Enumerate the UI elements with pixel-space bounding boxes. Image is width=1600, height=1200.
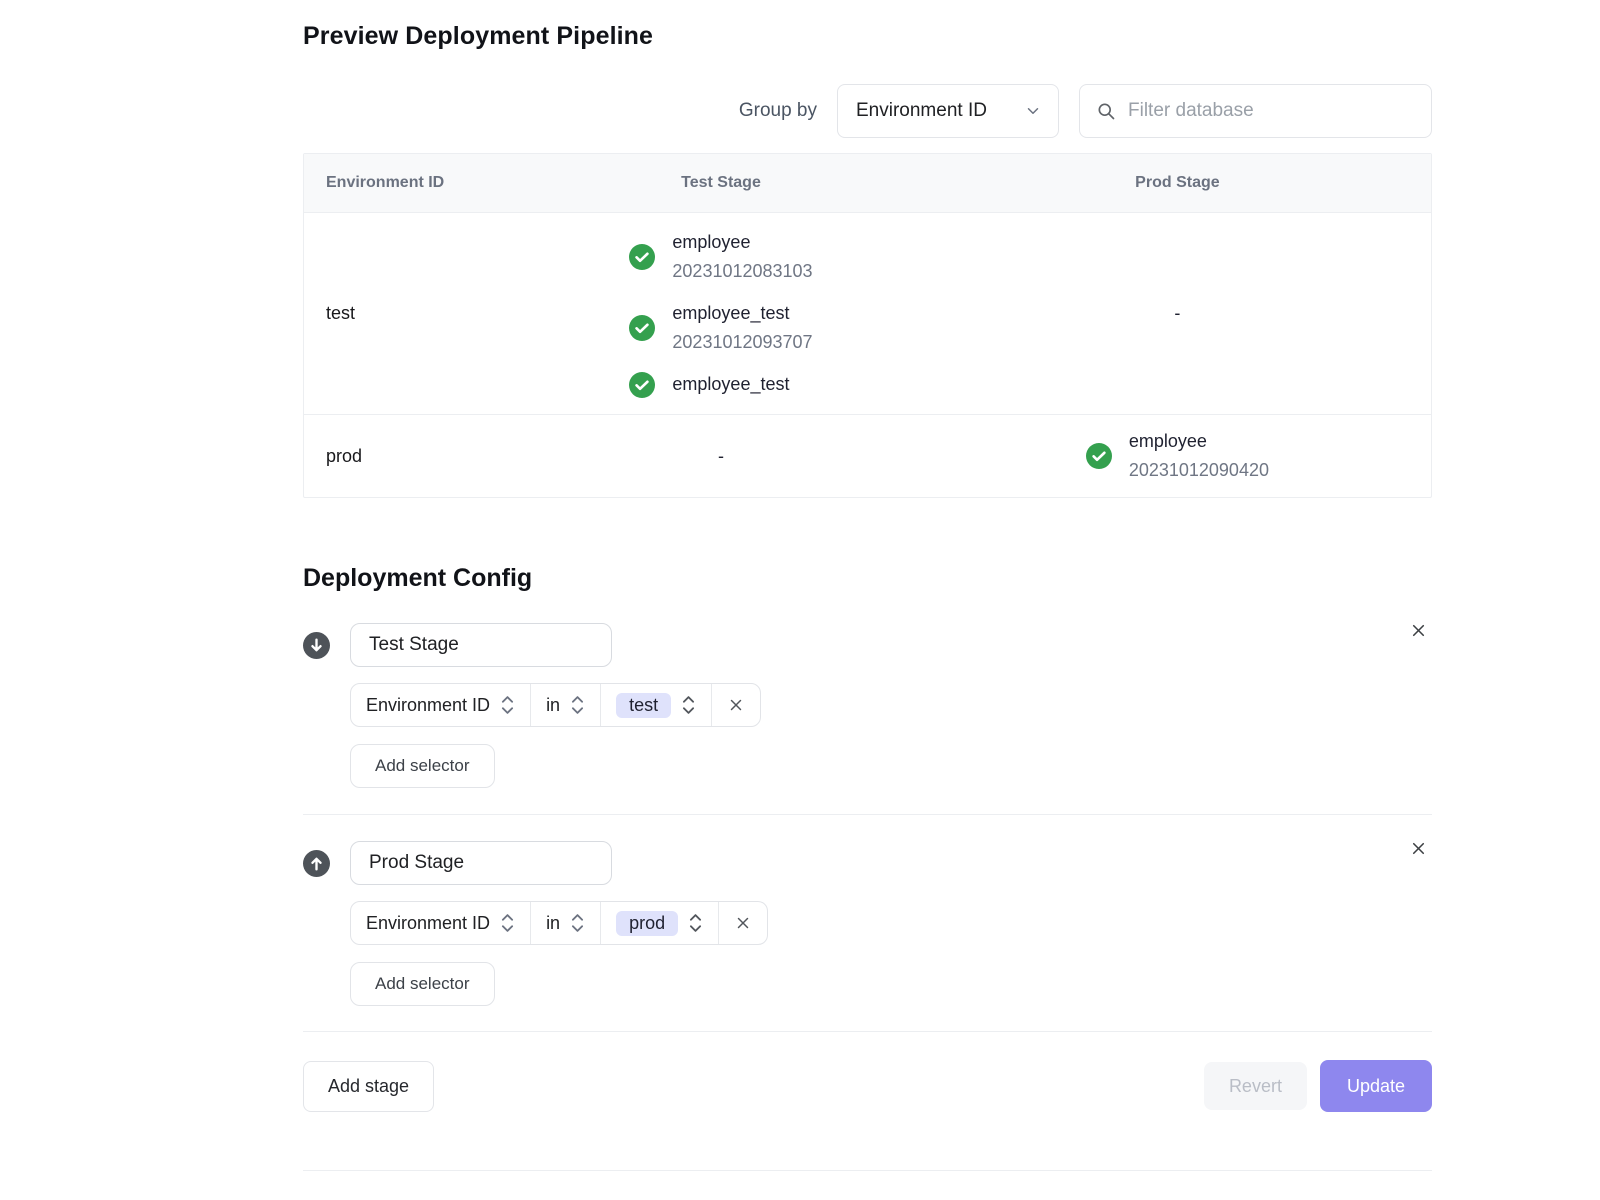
selector-key-label: Environment ID (366, 913, 490, 934)
selector-value-select[interactable]: test (601, 684, 711, 726)
success-check-icon (1086, 443, 1112, 469)
page: Preview Deployment Pipeline Group by Env… (0, 0, 1600, 1200)
database-name: employee (672, 228, 812, 257)
success-check-icon (629, 315, 655, 341)
table-row-prod: prod - employee 20231012090420 (304, 415, 1431, 497)
selector-value-select[interactable]: prod (601, 902, 718, 944)
selector-operator-label: in (546, 913, 560, 934)
unfold-icon (500, 911, 515, 935)
toolbar: Group by Environment ID (303, 84, 1432, 138)
page-title: Preview Deployment Pipeline (303, 22, 1432, 51)
filter-database-input[interactable] (1128, 100, 1415, 122)
environment-label: test (326, 303, 355, 323)
selector-key-select[interactable]: Environment ID (351, 902, 531, 944)
remove-stage-button[interactable] (1405, 617, 1432, 644)
database-item[interactable]: employee_test 20231012093707 (629, 299, 812, 357)
selector-value-tag: prod (616, 911, 678, 936)
arrow-up-circle-icon (303, 850, 330, 877)
filter-database-box (1079, 84, 1432, 138)
table-row-test: test employee 20231012083103 (304, 213, 1431, 415)
selector-key-label: Environment ID (366, 695, 490, 716)
selector-operator-select[interactable]: in (531, 902, 601, 944)
remove-selector-button[interactable] (718, 902, 767, 944)
empty-stage-placeholder: - (718, 446, 724, 466)
database-name: employee (1129, 427, 1269, 456)
column-header-test-stage: Test Stage (518, 174, 924, 192)
database-name: employee_test (672, 370, 789, 399)
database-item[interactable]: employee 20231012083103 (629, 228, 812, 286)
unfold-icon (681, 693, 696, 717)
footer-actions: Add stage Revert Update (303, 1060, 1432, 1112)
prod-stage-database-list: employee 20231012090420 (1086, 427, 1269, 485)
remove-selector-button[interactable] (711, 684, 760, 726)
environment-label: prod (326, 446, 362, 466)
column-header-prod-stage: Prod Stage (924, 174, 1431, 192)
database-item[interactable]: employee 20231012090420 (1086, 427, 1269, 485)
add-selector-button[interactable]: Add selector (350, 962, 495, 1006)
selector-rule: Environment ID in test (350, 683, 761, 727)
success-check-icon (629, 372, 655, 398)
arrow-down-circle-icon (303, 632, 330, 659)
pipeline-table: Environment ID Test Stage Prod Stage tes… (303, 153, 1432, 498)
database-schema-version: 20231012093707 (672, 328, 812, 357)
database-item[interactable]: employee_test (629, 370, 812, 399)
update-button[interactable]: Update (1320, 1060, 1432, 1112)
stage-section-prod: Environment ID in prod (303, 815, 1432, 1032)
stage-name-input[interactable] (350, 623, 612, 667)
column-header-environment-id: Environment ID (304, 174, 518, 192)
success-check-icon (629, 244, 655, 270)
add-stage-button[interactable]: Add stage (303, 1061, 434, 1112)
remove-stage-button[interactable] (1405, 835, 1432, 862)
unfold-icon (570, 693, 585, 717)
add-selector-button[interactable]: Add selector (350, 744, 495, 788)
revert-button[interactable]: Revert (1204, 1062, 1307, 1110)
unfold-icon (500, 693, 515, 717)
unfold-icon (570, 911, 585, 935)
group-by-select[interactable]: Environment ID (837, 84, 1059, 138)
chevron-down-icon (1024, 102, 1042, 120)
stage-section-test: Environment ID in test (303, 623, 1432, 815)
unfold-icon (688, 911, 703, 935)
selector-operator-select[interactable]: in (531, 684, 601, 726)
database-schema-version: 20231012090420 (1129, 456, 1269, 485)
test-stage-database-list: employee 20231012083103 employee_test 20… (629, 228, 812, 399)
deployment-config-title: Deployment Config (303, 564, 1432, 593)
selector-rule: Environment ID in prod (350, 901, 768, 945)
group-by-label: Group by (739, 100, 817, 122)
database-schema-version: 20231012083103 (672, 257, 812, 286)
selector-value-tag: test (616, 693, 671, 718)
pipeline-table-header: Environment ID Test Stage Prod Stage (304, 154, 1431, 213)
selector-key-select[interactable]: Environment ID (351, 684, 531, 726)
database-name: employee_test (672, 299, 812, 328)
selector-operator-label: in (546, 695, 560, 716)
search-icon (1096, 101, 1116, 121)
stage-name-input[interactable] (350, 841, 612, 885)
bottom-divider (303, 1170, 1432, 1171)
empty-stage-placeholder: - (1174, 303, 1180, 323)
group-by-value: Environment ID (856, 100, 987, 122)
